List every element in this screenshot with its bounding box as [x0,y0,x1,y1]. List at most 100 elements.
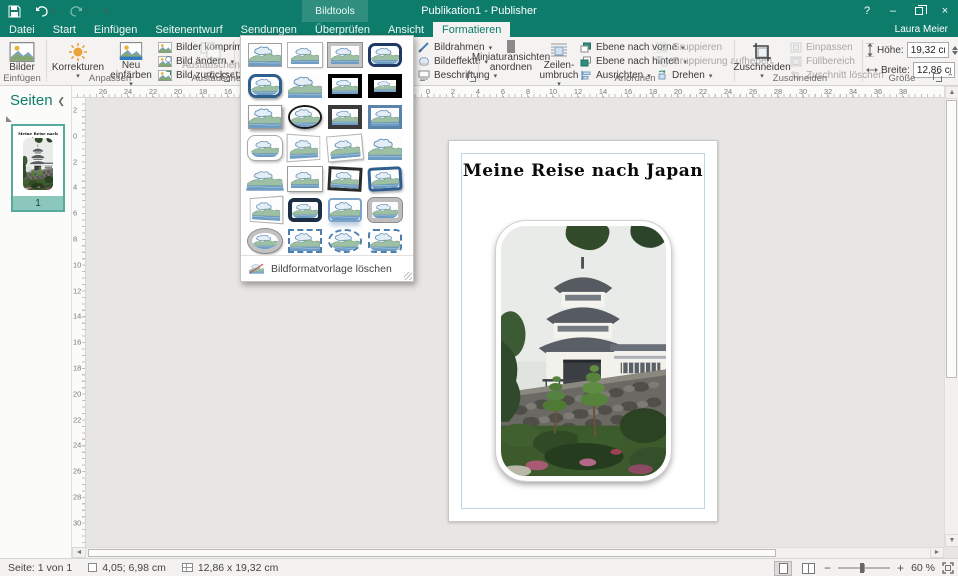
text-wrap-icon [551,43,567,57]
tab-einfügen[interactable]: Einfügen [85,22,146,37]
arrange-thumbnails-icon [507,40,515,53]
statusbar-right: − + 60 % [774,559,954,576]
hoehe-label: Höhe: [877,44,904,56]
picture-style-dashed-oval[interactable] [328,229,362,253]
zoom-in-icon[interactable]: + [897,562,904,574]
hoehe-input[interactable] [906,42,949,58]
hoehe-stepper[interactable] [951,45,958,55]
picture-style-oval-black[interactable] [288,105,322,129]
redo-icon[interactable]: ▾ [69,0,88,22]
bilder-button[interactable]: Bilder [4,39,40,73]
hoehe-field-row: Höhe: [866,42,958,58]
picture-style-rounded-glossy[interactable] [248,74,282,98]
group-label-zuschneiden: Zuschneiden [772,73,828,84]
zoom-slider-thumb[interactable] [860,563,865,573]
object-size-indicator[interactable]: 12,86 x 19,32 cm [174,559,287,576]
fit-page-icon[interactable] [942,562,954,574]
groesse-dialog-launcher-icon[interactable] [932,72,942,82]
gallery-resize-grip[interactable] [404,272,412,280]
document-canvas[interactable]: Meine Reise nach Japan [86,98,944,547]
picture-style-frame-white[interactable] [287,42,323,68]
fill-icon [790,56,802,67]
group-label-anordnen: Anordnen [614,73,656,84]
undo-icon[interactable]: ▾ [35,0,55,22]
close-button[interactable]: × [932,0,958,22]
picture-style-tilt-dark[interactable] [327,166,363,192]
document-heading[interactable]: Meine Reise nach Japan [449,161,717,181]
picture-style-frame-white-2[interactable] [287,166,323,192]
vertical-scrollbar[interactable]: ▲ ▼ [944,86,958,547]
send-backward-icon [580,56,591,67]
picture-style-curved-perspective[interactable] [246,169,284,191]
zoom-slider[interactable] [838,563,891,573]
tab-seitenentwurf[interactable]: Seitenentwurf [146,22,231,37]
vertical-scroll-thumb[interactable] [946,100,957,378]
picture-style-rotated-white[interactable] [325,133,365,163]
fit-icon [790,42,802,53]
picture-style-frame-simple[interactable] [248,43,282,67]
picture-style-tilt-glossy[interactable] [367,166,403,192]
castle-photo[interactable] [495,220,672,482]
recolor-picture-icon [119,42,143,60]
zoom-level[interactable]: 60 % [911,562,935,574]
tab-datei[interactable]: Datei [0,22,44,37]
scroll-up-icon[interactable]: ▲ [945,86,958,99]
help-button[interactable]: ? [854,0,880,22]
publication-page[interactable]: Meine Reise nach Japan [448,140,718,522]
miniaturansichten-anordnen-button[interactable]: Miniaturansichten anordnen [472,39,550,73]
picture-style-reflected-rounded[interactable] [328,198,362,222]
scroll-left-icon[interactable]: ◄ [72,547,86,558]
two-page-view-button[interactable] [799,561,817,576]
single-page-icon [778,562,788,574]
picture-style-rounded-dark[interactable] [368,43,402,67]
horizontal-scroll-thumb[interactable] [88,549,776,557]
page-1-thumbnail[interactable]: Meine Reise nach Japan 1 [11,124,65,212]
minimize-button[interactable]: – [880,0,906,22]
picture-styles-gallery: Bildformatvorlage löschen [240,35,414,282]
object-size-icon [181,563,193,572]
tab-formatieren[interactable]: Formatieren [433,22,511,37]
scroll-down-icon[interactable]: ▼ [945,534,958,547]
shape-height-icon [866,43,874,57]
picture-style-frame-black[interactable] [328,74,362,98]
document-title: Publikation1 - Publisher [421,5,537,17]
picture-style-frame-blue[interactable] [368,105,402,129]
collapse-pages-panel-icon[interactable]: ❮ [57,96,65,107]
picture-style-soft-edge[interactable] [288,74,322,98]
picture-style-perspective-left[interactable] [286,133,321,163]
picture-style-frame-metal[interactable] [327,42,363,68]
picture-style-metal-rounded[interactable] [367,197,403,223]
horizontal-ruler[interactable]: 2624222018161412108642024681012141618202… [72,86,944,118]
pages-expander-icon[interactable] [6,116,12,122]
picture-style-frame-black-wide[interactable] [368,74,402,98]
bildformatvorlagen-dialog-launcher-icon[interactable] [466,72,476,82]
picture-style-frame-dark[interactable] [328,105,362,129]
picture-style-perspective-white[interactable] [249,195,284,225]
object-position-indicator[interactable]: 4,05; 6,98 cm [80,559,174,576]
restore-button[interactable] [906,0,932,22]
picture-style-dashed-rounded[interactable] [368,229,402,253]
page-indicator[interactable]: Seite: 1 von 1 [0,559,80,576]
tab-start[interactable]: Start [44,22,85,37]
collapse-ribbon-icon[interactable]: ⌃ [946,72,954,83]
picture-border-icon [418,42,429,53]
scroll-right-icon[interactable]: ► [930,547,944,558]
picture-style-oval-metal[interactable] [247,228,283,254]
picture-style-soft-rect[interactable] [368,136,402,160]
picture-style-rounded-dark-2[interactable] [288,198,322,222]
horizontal-scrollbar[interactable]: ◄ ► [72,547,944,558]
save-icon[interactable] [8,0,21,22]
picture-style-rect-shadow[interactable] [248,105,282,129]
object-position-icon [88,563,98,572]
page-number-badge: 1 [13,196,63,210]
customize-qat-icon[interactable]: ▾ [102,0,108,22]
picture-style-dashed-edge[interactable] [288,229,322,253]
picture-style-rounded-white[interactable] [247,135,283,161]
single-page-view-button[interactable] [774,560,793,576]
vertical-ruler[interactable]: 2 0 2 4 6 8 10 12 14 16 18 20 22 24 26 28 30 [72,98,86,547]
zoom-out-icon[interactable]: − [824,562,831,574]
group-label-anpassen: Anpassen [88,73,132,84]
clear-picture-style-item[interactable]: Bildformatvorlage löschen [241,255,413,281]
status-bar: Seite: 1 von 1 4,05; 6,98 cm 12,86 x 19,… [0,558,958,576]
pages-panel-title: Seiten [10,92,53,109]
